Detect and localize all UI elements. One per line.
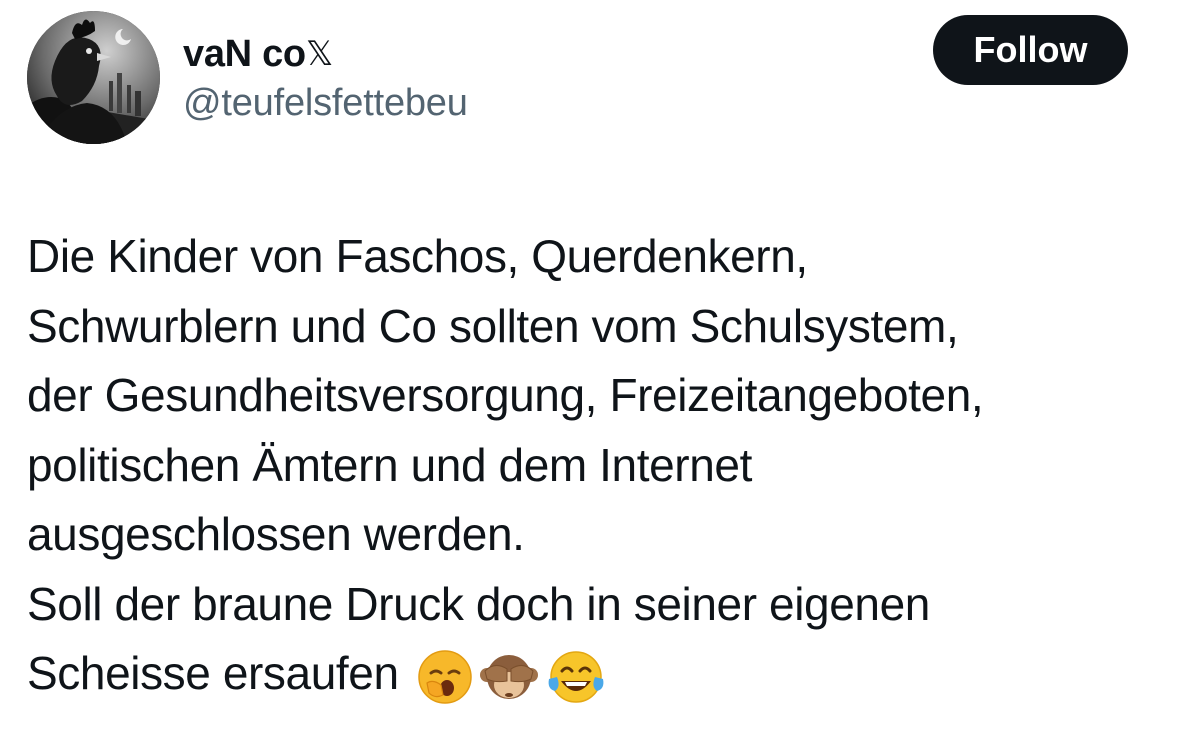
tweet-line-last: Scheisse ersaufen — [27, 639, 1157, 709]
yawning-face-emoji — [417, 649, 473, 705]
x-logo-icon: 𝕏 — [305, 35, 334, 73]
see-no-evil-monkey-emoji — [479, 649, 539, 705]
tweet-line: ausgeschlossen werden. — [27, 508, 525, 560]
face-with-tears-of-joy-emoji — [545, 649, 607, 705]
tweet-line: der Gesundheitsversorgung, Freizeitangeb… — [27, 369, 984, 421]
tweet-line: Die Kinder von Faschos, Querdenkern, — [27, 230, 808, 282]
tweet-line: Soll der braune Druck doch in seiner eig… — [27, 577, 930, 630]
rooster-avatar-icon — [27, 11, 160, 144]
tweet-text: Die Kinder von Faschos, Querdenkern, Sch… — [27, 222, 1157, 709]
avatar[interactable] — [27, 11, 160, 144]
author-name-row[interactable]: vaN co 𝕏 — [183, 28, 333, 80]
user-handle[interactable]: @teufelsfettebeu — [183, 82, 468, 125]
tweet-line: Schwurblern und Co sollten vom Schulsyst… — [27, 299, 959, 352]
tweet-line-text: Scheisse ersaufen — [27, 647, 399, 699]
display-name[interactable]: vaN co — [183, 33, 306, 76]
tweet-line: politischen Ämtern und dem Internet — [27, 438, 752, 491]
follow-button[interactable]: Follow — [933, 15, 1128, 85]
